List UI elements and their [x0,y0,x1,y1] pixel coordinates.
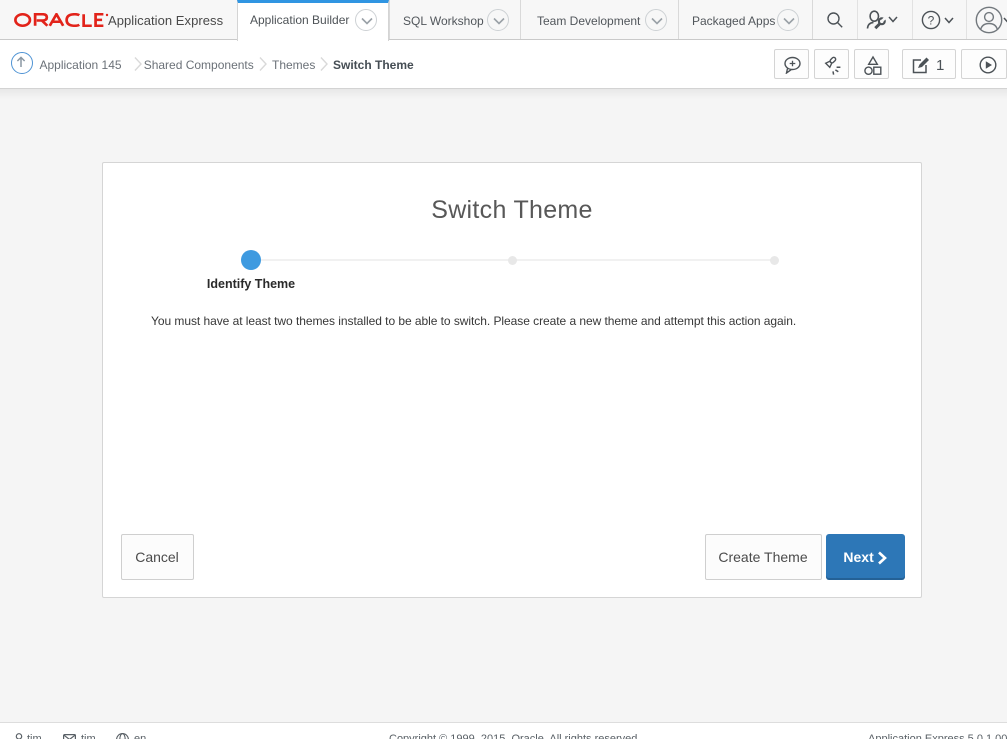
svg-text:?: ? [928,14,935,28]
